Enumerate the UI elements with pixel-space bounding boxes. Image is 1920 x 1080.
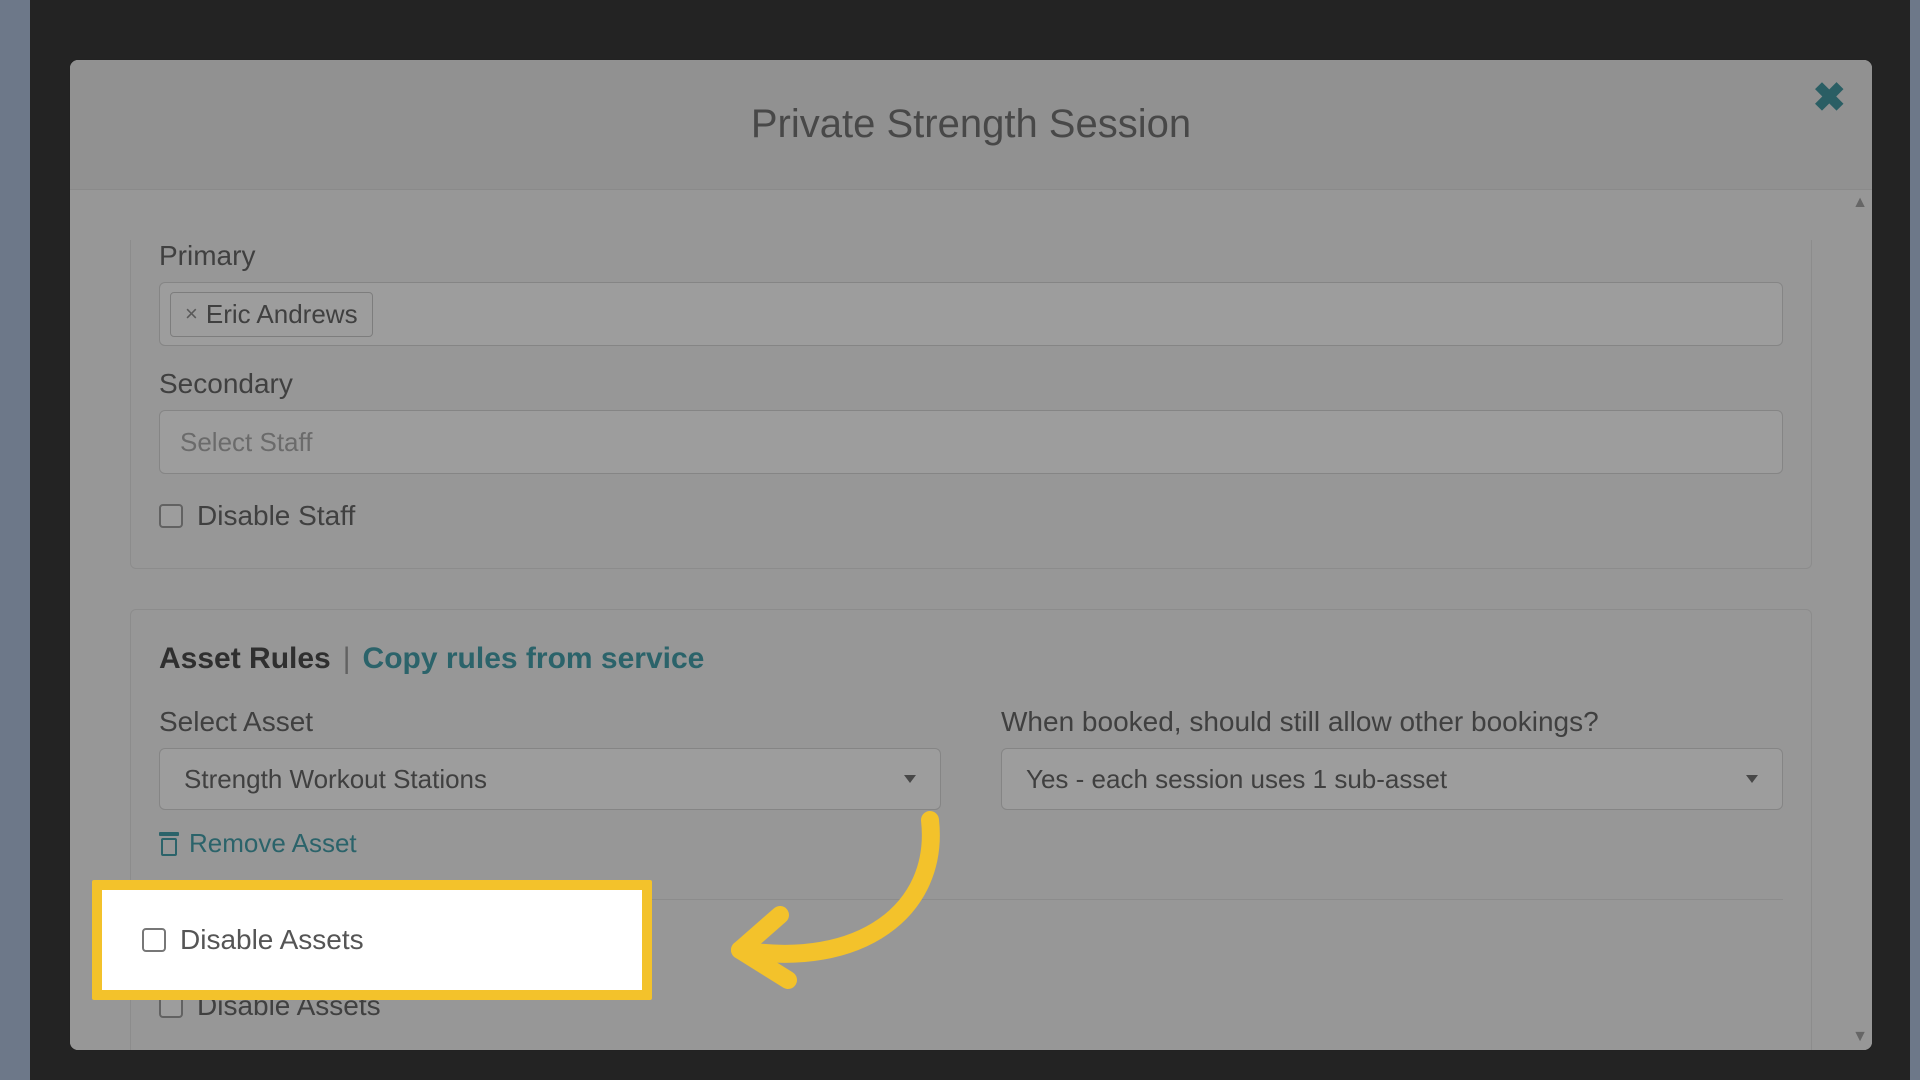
tag-remove-icon[interactable]: × bbox=[185, 301, 198, 327]
asset-rules-legend: Asset Rules | Copy rules from service bbox=[159, 642, 1783, 676]
remove-asset-link[interactable]: Remove Asset bbox=[159, 828, 941, 859]
trash-icon bbox=[159, 832, 179, 856]
disable-staff-checkbox[interactable] bbox=[159, 504, 183, 528]
scroll-down-icon[interactable]: ▼ bbox=[1852, 1028, 1868, 1046]
secondary-staff-input[interactable]: Select Staff bbox=[159, 410, 1783, 474]
primary-staff-input[interactable]: × Eric Andrews bbox=[159, 282, 1783, 346]
modal-header: Private Strength Session ✖ bbox=[70, 60, 1872, 190]
staff-tag[interactable]: × Eric Andrews bbox=[170, 292, 373, 337]
modal-title: Private Strength Session bbox=[751, 102, 1191, 147]
disable-assets-checkbox[interactable] bbox=[142, 928, 166, 952]
select-asset-label: Select Asset bbox=[159, 706, 941, 738]
select-asset-dropdown[interactable]: Strength Workout Stations bbox=[159, 748, 941, 810]
legend-separator: | bbox=[343, 642, 351, 676]
disable-assets-label: Disable Assets bbox=[180, 924, 364, 956]
annotation-highlight-box: Disable Assets bbox=[92, 880, 652, 1000]
staff-tag-name: Eric Andrews bbox=[206, 299, 358, 330]
secondary-placeholder: Select Staff bbox=[170, 427, 313, 458]
asset-rules-title: Asset Rules bbox=[159, 642, 331, 676]
booking-value: Yes - each session uses 1 sub-asset bbox=[1026, 764, 1447, 795]
remove-asset-label: Remove Asset bbox=[189, 828, 357, 859]
booking-question-label: When booked, should still allow other bo… bbox=[1001, 706, 1783, 738]
booking-dropdown[interactable]: Yes - each session uses 1 sub-asset bbox=[1001, 748, 1783, 810]
copy-rules-link[interactable]: Copy rules from service bbox=[363, 642, 705, 676]
scroll-up-icon[interactable]: ▲ bbox=[1852, 194, 1868, 212]
chevron-down-icon bbox=[1746, 775, 1758, 783]
select-asset-value: Strength Workout Stations bbox=[184, 764, 487, 795]
close-icon[interactable]: ✖ bbox=[1812, 78, 1846, 118]
disable-staff-label: Disable Staff bbox=[197, 500, 355, 532]
chevron-down-icon bbox=[904, 775, 916, 783]
disable-assets-row[interactable]: Disable Assets bbox=[142, 924, 364, 956]
staff-section: Primary × Eric Andrews Secondary Select … bbox=[130, 240, 1812, 569]
disable-staff-row[interactable]: Disable Staff bbox=[159, 500, 1783, 532]
primary-label: Primary bbox=[159, 240, 1783, 272]
secondary-label: Secondary bbox=[159, 368, 1783, 400]
